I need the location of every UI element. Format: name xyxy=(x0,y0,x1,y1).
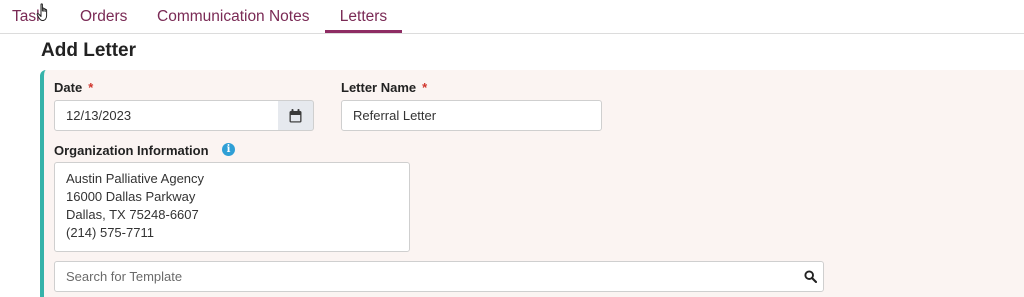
letter-name-label-text: Letter Name xyxy=(341,80,417,95)
tab-orders[interactable]: Orders xyxy=(80,0,127,33)
tab-letters[interactable]: Letters xyxy=(325,0,402,33)
organization-address-line: 16000 Dallas Parkway xyxy=(66,189,196,204)
search-icon[interactable] xyxy=(804,270,817,283)
info-icon[interactable]: i xyxy=(222,143,235,156)
letter-name-input[interactable] xyxy=(341,100,602,131)
organization-information-field[interactable]: Austin Palliative Agency 16000 Dallas Pa… xyxy=(54,162,410,252)
date-required-mark: * xyxy=(88,80,94,95)
tab-communication-notes[interactable]: Communication Notes xyxy=(157,0,309,33)
organization-name-line: Austin Palliative Agency xyxy=(66,171,205,186)
date-picker-button[interactable] xyxy=(278,100,314,131)
date-input[interactable] xyxy=(54,100,279,131)
letter-name-label: Letter Name * xyxy=(341,80,427,95)
organization-information-label: Organization Information xyxy=(54,143,209,158)
date-label: Date * xyxy=(54,80,93,95)
tab-bar: Task Orders Communication Notes Letters xyxy=(0,0,1024,34)
calendar-icon xyxy=(289,108,302,122)
organization-city-line: Dallas, TX 75248-6607 xyxy=(66,207,199,222)
template-search-box xyxy=(54,261,824,292)
date-label-text: Date xyxy=(54,80,83,95)
hand-cursor-icon xyxy=(36,3,48,21)
template-search-input[interactable] xyxy=(55,262,797,291)
organization-phone-line: (214) 575-7711 xyxy=(66,225,154,240)
letter-name-required-mark: * xyxy=(422,80,428,95)
page-title: Add Letter xyxy=(41,40,136,61)
